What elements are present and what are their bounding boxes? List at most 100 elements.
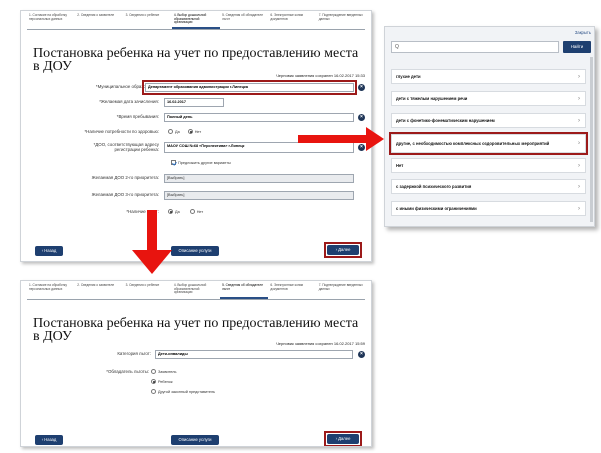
benefit-no-label: Нет — [196, 209, 204, 214]
desired-date-row: *Желаемая дата зачисления: 16.02.2017 — [21, 98, 371, 108]
search-icon: Q — [395, 44, 399, 50]
bottom-describe-button[interactable]: Описание услуги — [171, 435, 219, 445]
priority2-select[interactable]: [Выбрать] — [164, 174, 354, 183]
top-step-6[interactable]: 6. Электронные копии документов — [268, 13, 316, 29]
bottom-step-1[interactable]: 1. Согласие на обработку персональных да… — [27, 283, 75, 299]
benefit-options: Да Нет — [168, 209, 203, 214]
benefit-label: *Наличие льгот: — [126, 209, 159, 214]
health-need-label: *Наличие потребности по здоровью: — [84, 129, 159, 134]
top-page-title: Постановка ребенка на учет по предоставл… — [33, 46, 359, 74]
bottom-back-button[interactable]: ‹ Назад — [35, 435, 63, 445]
top-step-7[interactable]: 7. Подтверждение введенных данных — [317, 13, 365, 29]
stay-time-select[interactable]: Полный день — [164, 113, 354, 122]
benefit-category-dropdown: Закрыть Q Найти глухие дети › дети с тяже… — [384, 26, 595, 227]
top-back-label: Назад — [44, 248, 57, 253]
desired-date-label: *Желаемая дата зачисления: — [99, 99, 159, 104]
benefit-holder-label: *Обладатель льготы: — [106, 369, 149, 374]
dou-select[interactable]: МАОУ СОШ №68 «Перспектива» г.Липецк — [164, 142, 354, 153]
dropdown-item-label: глухие дети — [396, 74, 421, 79]
desired-date-input[interactable]: 16.02.2017 — [164, 98, 224, 107]
holder-option-3: Другой законный представитель — [151, 389, 215, 394]
bottom-step-4[interactable]: 4. Выбор дошкольной образовательной орга… — [172, 283, 220, 299]
benefit-row: *Наличие льгот: Да Нет — [21, 208, 371, 218]
top-next-button[interactable]: › Далее — [327, 245, 359, 255]
dropdown-find-button[interactable]: Найти — [563, 41, 591, 53]
priority2-row: Желаемая ДОО 2-го приоритета: [Выбрать] — [21, 174, 371, 184]
top-next-highlight: › Далее — [324, 242, 362, 258]
chevron-right-icon: › — [578, 117, 580, 124]
benefit-yes-radio[interactable] — [168, 209, 173, 214]
top-step-2[interactable]: 2. Сведения о заявителе — [75, 13, 123, 29]
dropdown-scrollbar[interactable] — [590, 57, 593, 222]
stay-time-clear-icon[interactable]: × — [358, 114, 365, 121]
dropdown-item[interactable]: дети с тяжелым нарушением речи › — [391, 91, 586, 106]
health-yes-label: Да — [175, 129, 180, 134]
priority3-row: Желаемая ДОО 3-го приоритета: [Выбрать] — [21, 191, 371, 201]
benefit-no-radio[interactable] — [189, 209, 195, 214]
benefit-category-clear-icon[interactable]: × — [358, 351, 365, 358]
composite-screenshot: 1. Согласие на обработку персональных да… — [0, 0, 601, 453]
benefit-category-label: Категория льгот: — [117, 351, 151, 356]
dropdown-item-label: дети с тяжелым нарушением речи — [396, 96, 468, 101]
benefit-category-row: Категория льгот: Дети-инвалиды × — [21, 350, 371, 360]
other-variants-label: Предложить другие варианты — [178, 160, 231, 165]
other-variants-checkbox[interactable] — [171, 160, 176, 165]
dropdown-item[interactable]: с иными физическими ограничениями › — [391, 201, 586, 216]
dou-label-line2: регистрации ребенка: — [114, 147, 159, 152]
dropdown-item-label: дети с фонетико-фонематическим нарушение… — [396, 118, 495, 123]
top-step-5[interactable]: 5. Сведения об обладателе льгот — [220, 13, 268, 29]
bottom-step-7[interactable]: 7. Подтверждение введенных данных — [317, 283, 365, 299]
bottom-back-label: Назад — [44, 437, 57, 442]
bottom-step-2[interactable]: 2. Сведения о заявителе — [75, 283, 123, 299]
top-describe-button[interactable]: Описание услуги — [171, 246, 219, 256]
municipality-select[interactable]: Департамент образования администрации г.… — [142, 80, 357, 95]
priority3-label: Желаемая ДОО 3-го приоритета: — [91, 192, 159, 197]
holder-option-2: Ребенок — [151, 379, 173, 384]
stay-time-row: *Время пребывания: Полный день × — [21, 113, 371, 123]
chevron-right-icon: › — [578, 73, 580, 80]
municipality-clear-icon[interactable]: × — [358, 84, 365, 91]
holder-child-label: Ребенок — [158, 379, 173, 384]
dropdown-item-label: другие, с необходимостью комплексных озд… — [396, 141, 550, 146]
top-step-1[interactable]: 1. Согласие на обработку персональных да… — [27, 13, 75, 29]
bottom-step-5[interactable]: 5. Сведения об обладателе льгот — [220, 283, 269, 299]
holder-other-label: Другой законный представитель — [158, 389, 216, 394]
dou-clear-icon[interactable]: × — [358, 144, 365, 151]
other-variants-row: Предложить другие варианты — [171, 160, 231, 165]
top-back-button[interactable]: ‹ Назад — [35, 246, 63, 256]
chevron-right-icon: › — [578, 162, 580, 169]
bottom-page-title: Постановка ребенка на учет по предоставл… — [33, 316, 359, 344]
dropdown-item-label: с задержкой психического развития — [396, 184, 472, 189]
top-step-4[interactable]: 4. Выбор дошкольной образовательной орга… — [171, 13, 221, 29]
health-yes-radio[interactable] — [168, 129, 173, 134]
holder-child-radio[interactable] — [151, 379, 156, 384]
dou-row: *ДОО, соответствующая адресу регистрации… — [21, 142, 371, 156]
bottom-draft-status: Черновик заявления сохранен 16.02.2017 1… — [276, 341, 365, 346]
health-need-row: *Наличие потребности по здоровью: Да Нет — [21, 128, 371, 138]
bottom-next-button[interactable]: › Далее — [327, 434, 359, 444]
dropdown-close-link[interactable]: Закрыть — [575, 30, 591, 35]
benefit-category-select[interactable]: Дети-инвалиды — [155, 350, 353, 359]
dropdown-item[interactable]: дети с фонетико-фонематическим нарушение… — [391, 113, 586, 128]
holder-applicant-label: Заявитель — [158, 369, 177, 374]
bottom-step-tabs: 1. Согласие на обработку персональных да… — [27, 283, 365, 300]
dropdown-search-input[interactable]: Q — [391, 41, 559, 53]
holder-other-radio[interactable] — [151, 389, 156, 394]
top-step-tabs: 1. Согласие на обработку персональных да… — [27, 13, 365, 30]
bottom-step-3[interactable]: 3. Сведения о ребенке — [124, 283, 172, 299]
priority3-select[interactable]: [Выбрать] — [164, 191, 354, 200]
holder-applicant-radio[interactable] — [151, 369, 156, 374]
bottom-step-6[interactable]: 6. Электронные копии документов — [268, 283, 316, 299]
dropdown-item[interactable]: с задержкой психического развития › — [391, 179, 586, 194]
dropdown-item-selected[interactable]: другие, с необходимостью комплексных озд… — [389, 132, 588, 155]
health-no-radio[interactable] — [187, 129, 193, 134]
health-no-label: Нет — [194, 129, 202, 134]
benefit-yes-label: Да — [175, 209, 180, 214]
dropdown-item[interactable]: глухие дети › — [391, 69, 586, 84]
top-draft-status: Черновик заявления сохранен 16.02.2017 1… — [276, 73, 365, 78]
chevron-right-icon: › — [578, 183, 580, 190]
dropdown-item-label: Нет — [396, 163, 404, 168]
top-step-3[interactable]: 3. Сведения о ребенке — [124, 13, 172, 29]
dropdown-item[interactable]: Нет › — [391, 158, 586, 173]
bottom-next-label: Далее — [338, 436, 351, 441]
